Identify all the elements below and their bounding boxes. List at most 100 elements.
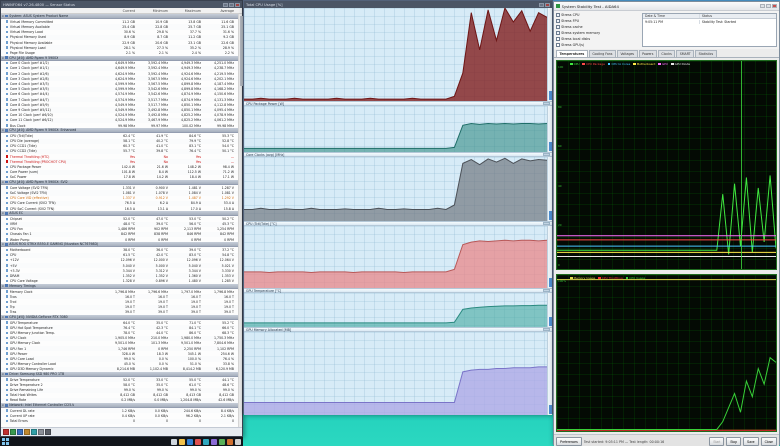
sensor-row[interactable]: Virtual Memory Load 30.6 % 29.8 % 37.7 % 31.…: [1, 30, 242, 35]
checkbox-icon[interactable]: [556, 42, 560, 47]
scrollbar-thumb[interactable]: [548, 142, 552, 151]
gauge-icon[interactable]: [24, 429, 30, 435]
sensor-row[interactable]: CPU CCD1 (Tdie) 60.3 °C 41.0 °C 83.1 °C 54.0…: [1, 144, 242, 149]
sensor-row[interactable]: Core 7 Clock (perf #4/7) 4,574.9 MHz 3,517…: [1, 97, 242, 103]
close-button[interactable]: Close: [760, 437, 777, 446]
sensor-row[interactable]: DRAM 1.352 V 1.352 V 1.360 V 1.353 V: [1, 273, 242, 279]
stress-option-stress-system-memory[interactable]: Stress system memory: [556, 31, 640, 36]
sensor-row[interactable]: Drive Temperature 2 58.0 °C 35.0 °C 61.0 °C…: [1, 382, 242, 387]
graph-scrollbar[interactable]: [547, 293, 552, 327]
sensor-row[interactable]: +12V 12.096 V 12.000 V 12.096 V 12.064 V: [1, 258, 242, 263]
column-maximum[interactable]: Maximum: [171, 9, 204, 13]
sensor-row[interactable]: Core 1 Clock (perf #1/1) 4,649.9 MHz 3,592…: [1, 65, 242, 72]
sensor-row[interactable]: Chassis Fan 1 842 RPM 838 RPM 846 RPM 842 RP…: [1, 231, 242, 238]
graph-panel-close-icon[interactable]: [543, 328, 550, 331]
column-current[interactable]: Current: [105, 9, 138, 13]
sensor-row[interactable]: Core Power (sum) 101.8 W 8.4 W 112.5 W 71.2 …: [1, 169, 242, 175]
sensor-row[interactable]: Virtual Memory Committed 11.2 GB 10.9 GB 13…: [1, 19, 242, 24]
stress-option-stress-gpu-s[interactable]: Stress GPU(s): [556, 42, 640, 47]
sensor-row[interactable]: GPU Clock 1,905.0 MHz 210.0 MHz 1,980.0 MHz…: [1, 335, 242, 341]
graph-panel-close-icon[interactable]: [543, 153, 550, 156]
sensor-row[interactable]: GPU Memory Junction Temp. 78.0 °C 44.0 °C 8…: [1, 330, 242, 335]
taskbar-hwinfo-icon[interactable]: [219, 438, 225, 445]
graph-icon[interactable]: [10, 429, 16, 435]
sensor-row[interactable]: GPU Temperature 64.0 °C 35.0 °C 71.0 °C 55.2…: [1, 320, 242, 325]
preferences-button[interactable]: Preferences: [556, 437, 582, 446]
sensor-row[interactable]: Physical Memory Load 28.1 % 27.3 % 35.2 % 28…: [1, 45, 242, 51]
graph-panel-close-icon[interactable]: [543, 289, 550, 292]
graphs-titlebar[interactable]: Total CPU Usage [%]: [244, 1, 552, 8]
graph-scrollbar[interactable]: [547, 226, 552, 288]
sensor-row[interactable]: Total Host Writes 8,412 GB 8,412 GB 8,413 G…: [1, 393, 242, 398]
sensor-row[interactable]: SoC Voltage (SVI2 TFN) 1.081 V 1.078 V 1.08…: [1, 190, 242, 196]
sensor-row[interactable]: CPU Core Current (SVI2 TFN) 76.5 A 6.2 A 84…: [1, 200, 242, 206]
taskbar-chrome-icon[interactable]: [195, 438, 201, 445]
sensor-row[interactable]: Physical Memory Used 8.9 GB 8.7 GB 11.2 GB 9…: [1, 34, 242, 40]
graph-scrollbar[interactable]: [547, 332, 552, 415]
taskbar-steam-icon[interactable]: [203, 438, 209, 445]
graph-scrollbar[interactable]: [547, 8, 552, 101]
tab-powers[interactable]: Powers: [638, 50, 657, 57]
sensor-row[interactable]: Current UP rate 0.4 KB/s 0.0 KB/s 96.2 KB/s…: [1, 413, 242, 418]
sensor-row[interactable]: CPU Package Power 142.4 W 21.6 W 148.2 W 98.…: [1, 164, 242, 169]
checkbox-icon[interactable]: [556, 13, 560, 18]
sensor-row[interactable]: Total Errors 0 0 0 0: [1, 418, 242, 424]
stress-option-stress-local-disks[interactable]: Stress local disks: [556, 37, 640, 42]
graph-panel-close-icon[interactable]: [543, 222, 550, 225]
sensor-row[interactable]: Motherboard 38.0 °C 36.0 °C 39.0 °C 37.2 °C: [1, 247, 242, 252]
close-button[interactable]: [772, 4, 777, 8]
clock-icon[interactable]: [17, 429, 23, 435]
sensor-row[interactable]: Trcd 19.0 T 19.0 T 19.0 T 19.0 T: [1, 299, 242, 304]
tab-temperatures[interactable]: Temperatures: [556, 50, 588, 57]
sensor-row[interactable]: Drive Remaining Life 99.0 % 99.0 % 99.0 % 99…: [1, 387, 242, 393]
sensor-row[interactable]: Drive Temperature 52.0 °C 33.0 °C 55.0 °C 44…: [1, 377, 242, 383]
minimize-button[interactable]: [760, 4, 765, 8]
settings-icon[interactable]: [38, 429, 44, 435]
stress-option-stress-cpu[interactable]: Stress CPU: [556, 13, 640, 18]
close-button[interactable]: [235, 2, 240, 7]
save-button[interactable]: Save: [743, 437, 759, 446]
tab-smart[interactable]: SMART: [676, 50, 695, 57]
graph-scrollbar[interactable]: [547, 106, 552, 152]
graph-panel-close-icon[interactable]: [543, 102, 550, 105]
sensor-row[interactable]: Tcas 16.0 T 16.0 T 16.0 T 16.0 T: [1, 294, 242, 300]
sensor-row[interactable]: CPU Fan 1,486 RPM 902 RPM 2,113 RPM 1,254 RP…: [1, 227, 242, 232]
maximize-button[interactable]: [766, 4, 771, 8]
sensor-row[interactable]: Core 9 Clock (perf #5/11) 4,549.9 MHz 3,49…: [1, 107, 242, 113]
taskbar-discord-icon[interactable]: [211, 438, 217, 445]
sensor-row[interactable]: Memory Clock 1,796.8 MHz 1,796.6 MHz 1,797.…: [1, 289, 242, 294]
sensor-row[interactable]: Core 4 Clock (perf #3/3) 4,599.9 MHz 3,567…: [1, 81, 242, 86]
sensor-scrollbar[interactable]: [238, 14, 243, 427]
sensor-row[interactable]: CPU Core Voltage 1.328 V 0.896 V 1.480 V 1.2…: [1, 279, 242, 284]
tab-clocks[interactable]: Clocks: [657, 50, 676, 57]
sensor-row[interactable]: GPU Memory Clock 9,501.0 MHz 101.3 MHz 9,50…: [1, 341, 242, 346]
column-minimum[interactable]: Minimum: [138, 9, 171, 13]
sensor-row[interactable]: Virtual Memory Available 25.4 GB 22.8 GB 25…: [1, 24, 242, 30]
sensor-row[interactable]: GPU Power 328.4 W 18.3 W 345.1 W 254.6 W: [1, 351, 242, 356]
taskbar-notepad-icon[interactable]: [235, 438, 241, 445]
sensor-row[interactable]: CPU CCD2 (Tdie) 55.7 °C 39.8 °C 76.4 °C 50.1…: [1, 148, 242, 155]
taskbar-search-icon[interactable]: [171, 438, 177, 445]
scrollbar-thumb[interactable]: [548, 211, 552, 220]
sensor-row[interactable]: +5V 5.040 V 5.000 V 5.040 V 5.021 V: [1, 263, 242, 269]
sensor-row[interactable]: Core 11 Clock (perf #6/12) 4,524.9 MHz 3,4…: [1, 117, 242, 123]
column-average[interactable]: Average: [204, 9, 237, 13]
sensor-row[interactable]: Core 6 Clock (perf #4/4) 4,574.9 MHz 3,542…: [1, 92, 242, 97]
sensor-row[interactable]: Thermal Throttling (PROCHOT CPU) Yes No Yes…: [1, 159, 242, 165]
sensor-row[interactable]: +3.3V 3.344 V 3.312 V 3.344 V 3.330 V: [1, 268, 242, 273]
stress-option-stress-cache[interactable]: Stress cache: [556, 25, 640, 30]
sensor-row[interactable]: CPU Core VID (effective) 1.337 V 0.912 V 1.…: [1, 196, 242, 201]
sensor-row[interactable]: GPU Fan 1 1,746 RPM 0 RPM 2,250 RPM 1,102 RP…: [1, 346, 242, 352]
taskbar-explorer-icon[interactable]: [179, 438, 185, 445]
sensor-row[interactable]: Core 3 Clock (perf #2/8) 4,624.9 MHz 3,567…: [1, 76, 242, 82]
stress-option-stress-fpu[interactable]: Stress FPU: [556, 19, 640, 24]
taskbar-edge-icon[interactable]: [187, 438, 193, 445]
checkbox-icon[interactable]: [556, 37, 560, 41]
sensor-row[interactable]: CPU (Tctl/Tdie) 62.4 °C 41.9 °C 84.6 °C 55.3…: [1, 133, 242, 138]
checkbox-icon[interactable]: [556, 19, 560, 23]
sensor-row[interactable]: Current DL rate 1.2 KB/s 0.0 KB/s 244.6 KB/…: [1, 408, 242, 414]
checkbox-icon[interactable]: [556, 31, 560, 35]
sensor-row[interactable]: Trp 19.0 T 19.0 T 19.0 T 19.0 T: [1, 304, 242, 310]
scrollbar-thumb[interactable]: [548, 91, 552, 100]
sensor-row[interactable]: Physical Memory Available 22.9 GB 20.6 GB 2…: [1, 40, 242, 45]
